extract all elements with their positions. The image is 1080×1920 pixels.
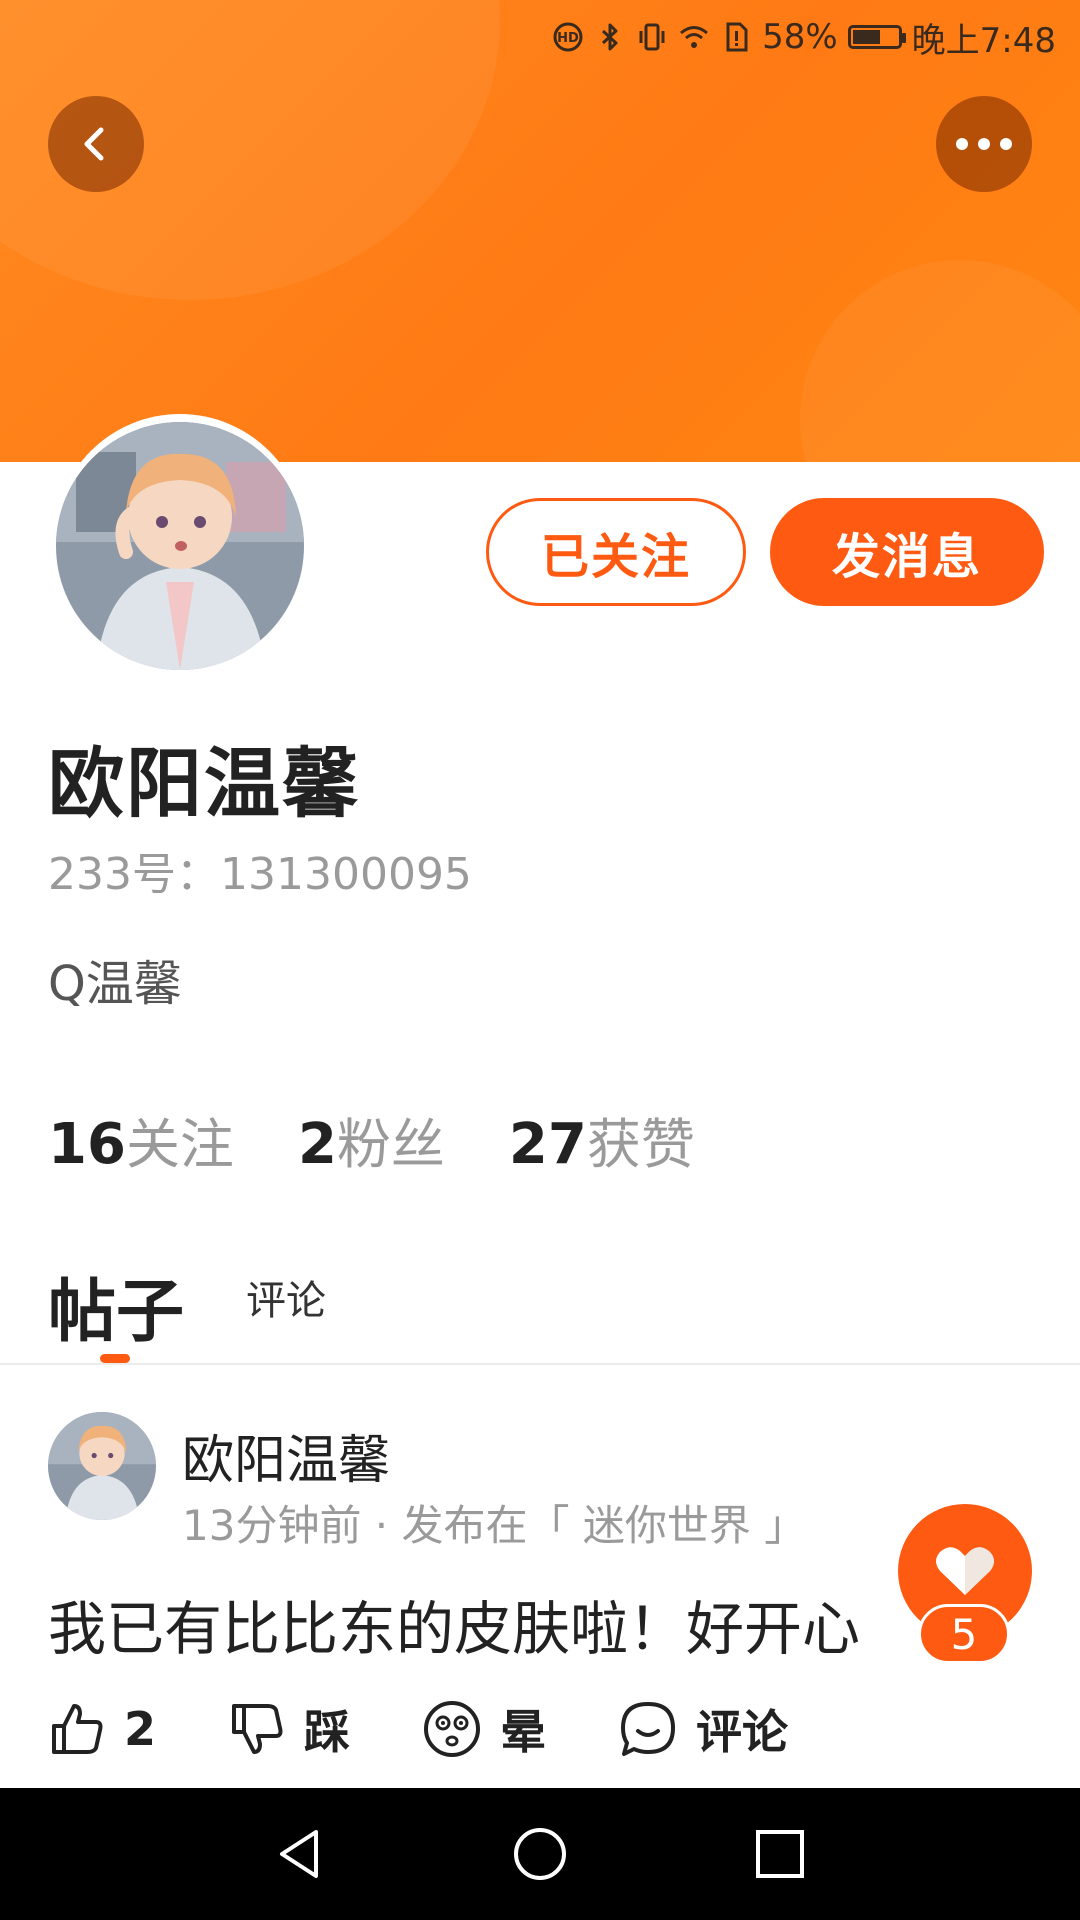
stat-likes-label: 获赞 [586, 1113, 695, 1176]
chevron-left-icon [84, 127, 104, 161]
like-button[interactable]: 2 [48, 1700, 156, 1758]
post-meta: 13分钟前 · 发布在「 迷你世界 」 [182, 1501, 807, 1550]
post-author-avatar[interactable] [48, 1412, 156, 1520]
clock: 晚上7:48 [911, 20, 1056, 61]
nav-recents-button[interactable] [744, 1818, 816, 1890]
comment-bubble-icon [621, 1702, 676, 1756]
avatar-image [56, 422, 304, 670]
dizzy-face-icon [424, 1701, 481, 1757]
dislike-button[interactable]: 踩 [228, 1696, 350, 1762]
nav-back-icon [280, 1830, 318, 1878]
profile-header-banner [0, 0, 1080, 462]
battery-percent: 58% [762, 17, 838, 57]
stat-following-count: 16 [48, 1112, 126, 1177]
back-button[interactable] [48, 96, 144, 192]
bluetooth-icon [602, 23, 618, 51]
post-author-name[interactable]: 欧阳温馨 [182, 1418, 390, 1493]
wifi-icon [680, 26, 709, 48]
avatar-image [48, 1412, 156, 1520]
thumbs-up-icon [52, 1704, 103, 1754]
profile-id: 233号：131300095 [48, 849, 472, 900]
vibrate-icon [639, 23, 665, 51]
stat-followers[interactable]: 2粉丝 [298, 1100, 445, 1179]
svg-text:HD: HD [557, 31, 579, 46]
nav-home-icon [514, 1828, 566, 1880]
profile-stats: 16关注 2粉丝 27获赞 [48, 1100, 695, 1179]
hd-call-icon: HD [553, 22, 583, 52]
more-dots-icon [956, 138, 1012, 150]
dizzy-button[interactable]: 晕 [422, 1696, 546, 1762]
like-count: 2 [124, 1702, 157, 1756]
heart-icon [936, 1547, 994, 1595]
stat-likes-count: 27 [508, 1112, 587, 1177]
stat-followers-label: 粉丝 [336, 1113, 445, 1176]
post-actions: 2 踩 晕 评论 [48, 1696, 788, 1762]
comment-label: 评论 [696, 1705, 789, 1759]
like-fab-badge: 5 [918, 1604, 1010, 1664]
profile-avatar[interactable] [56, 422, 304, 670]
nav-home-button[interactable] [504, 1818, 576, 1890]
more-options-button[interactable] [936, 96, 1032, 192]
battery-level-fill [852, 30, 881, 44]
comment-button[interactable]: 评论 [618, 1696, 788, 1762]
send-message-button[interactable]: 发消息 [770, 498, 1044, 606]
battery-icon [847, 25, 906, 49]
stat-likes[interactable]: 27获赞 [509, 1100, 695, 1179]
header-decoration [800, 260, 1080, 462]
sim-alert-icon [726, 22, 748, 52]
tab-divider [0, 1363, 1080, 1365]
dizzy-label: 晕 [500, 1705, 547, 1759]
followed-button[interactable]: 已关注 [486, 498, 746, 606]
status-bar: HD 58% 晚上7:48 [552, 14, 1056, 61]
nav-recents-icon [756, 1830, 804, 1878]
dislike-label: 踩 [304, 1705, 351, 1759]
post-content[interactable]: 我已有比比东的皮肤啦！好开心 [48, 1582, 1008, 1666]
nav-back-button[interactable] [264, 1818, 336, 1890]
profile-bio: Q温馨 [48, 956, 182, 1012]
thumbs-down-icon [232, 1704, 283, 1754]
tab-comments[interactable]: 评论 [246, 1268, 326, 1326]
profile-name: 欧阳温馨 [48, 739, 360, 828]
stat-followers-count: 2 [297, 1112, 337, 1177]
tab-posts[interactable]: 帖子 [48, 1256, 184, 1355]
stat-following-label: 关注 [125, 1113, 234, 1176]
active-tab-indicator [100, 1354, 130, 1363]
stat-following[interactable]: 16关注 [48, 1100, 234, 1179]
